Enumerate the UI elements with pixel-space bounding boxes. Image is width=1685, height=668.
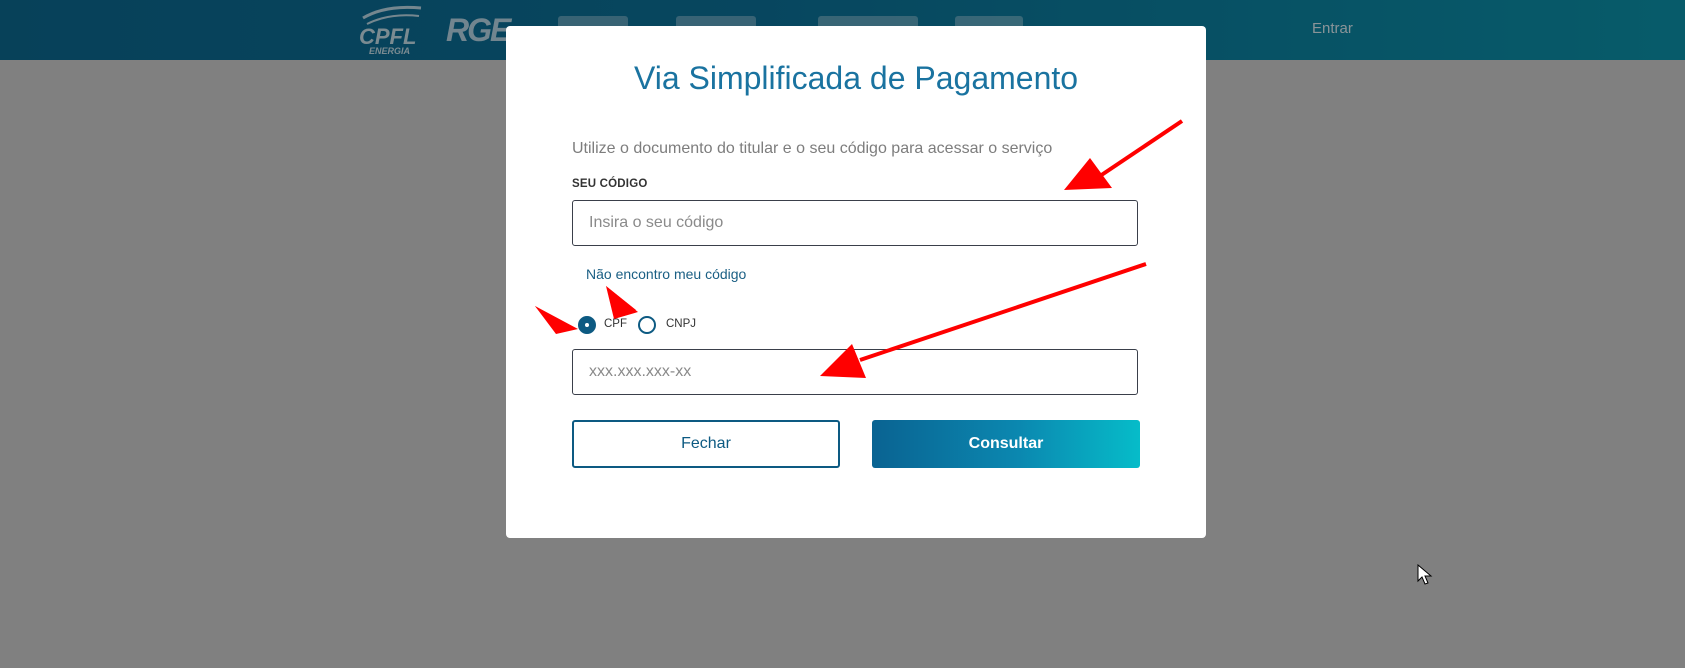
radio-cpf-label: CPF: [604, 318, 627, 330]
radio-cnpj-label: CNPJ: [666, 318, 697, 330]
modal-title: Via Simplificada de Pagamento: [633, 60, 1079, 96]
code-field-label: SEU CÓDIGO: [572, 178, 648, 190]
document-number-input[interactable]: [572, 349, 1138, 395]
code-input[interactable]: [572, 200, 1138, 246]
submit-button[interactable]: Consultar: [872, 420, 1140, 468]
radio-cpf[interactable]: [578, 316, 596, 334]
radio-cnpj[interactable]: [638, 316, 656, 334]
payment-modal: Via Simplificada de Pagamento Utilize o …: [506, 26, 1206, 538]
mouse-cursor-icon: [1417, 564, 1433, 585]
close-button[interactable]: Fechar: [572, 420, 840, 468]
forgot-code-link[interactable]: Não encontro meu código: [586, 266, 746, 282]
modal-subtitle: Utilize o documento do titular e o seu c…: [572, 140, 1053, 157]
